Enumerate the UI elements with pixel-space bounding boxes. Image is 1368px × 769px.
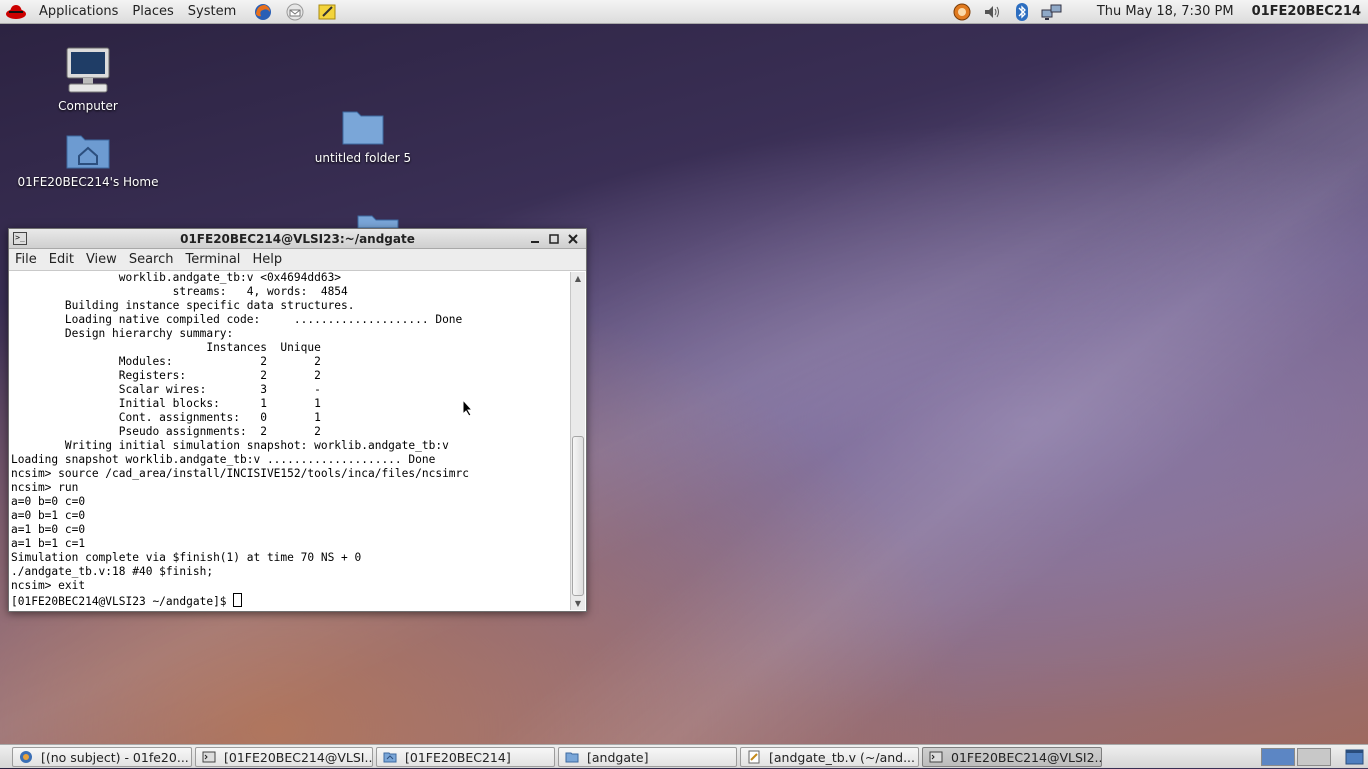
bluetooth-icon[interactable]: [1011, 2, 1033, 22]
update-notifier-icon[interactable]: [951, 2, 973, 22]
menu-system[interactable]: System: [181, 0, 243, 24]
show-desktop-icon[interactable]: [1345, 748, 1364, 766]
terminal-text: worklib.andgate_tb:v <0x4694dd63> stream…: [10, 271, 469, 609]
user-menu[interactable]: 01FE20BEC214: [1252, 4, 1361, 19]
terminal-line: ./andgate_tb.v:18 #40 $finish;: [11, 565, 214, 578]
menu-edit[interactable]: Edit: [43, 252, 80, 267]
shell-prompt: [01FE20BEC214@VLSI23 ~/andgate]$: [11, 595, 234, 608]
desktop-icon-label: untitled folder 5: [314, 151, 412, 165]
terminal-line: Initial blocks: 1 1: [118, 397, 321, 410]
terminal-line: Pseudo assignments: 2 2: [118, 425, 321, 438]
desktop-icon-label: Computer: [58, 99, 118, 113]
desktop-icon-untitled-folder-5[interactable]: untitled folder 5: [303, 108, 423, 165]
computer-icon: [66, 47, 110, 93]
terminal-output[interactable]: worklib.andgate_tb:v <0x4694dd63> stream…: [9, 271, 570, 611]
maximize-button[interactable]: [547, 232, 561, 246]
scroll-down-arrow-icon[interactable]: ▼: [571, 597, 585, 610]
folder-icon: [565, 750, 579, 764]
task-terminal-active[interactable]: 01FE20BEC214@VLSI2...: [922, 747, 1102, 767]
window-title: 01FE20BEC214@VLSI23:~/andgate: [180, 231, 415, 246]
terminal-line: Registers: 2 2: [118, 369, 321, 382]
terminal-line: Design hierarchy summary:: [64, 327, 234, 340]
task-label: [01FE20BEC214]: [405, 749, 511, 765]
home-folder-icon: [383, 750, 397, 764]
task-label: [01FE20BEC214@VLSI...: [224, 749, 373, 765]
terminal-line: streams: 4, words: 4854: [172, 285, 348, 298]
terminal-line: Instances Unique: [206, 341, 321, 354]
menu-terminal[interactable]: Terminal: [179, 252, 246, 267]
system-tray: Thu May 18, 7:30 PM 01FE20BEC214: [947, 0, 1368, 24]
redhat-logo-icon[interactable]: [4, 2, 28, 22]
desktop-icon-home[interactable]: 01FE20BEC214's Home: [8, 130, 168, 189]
terminal-icon: [929, 750, 943, 764]
terminal-line: Building instance specific data structur…: [64, 299, 355, 312]
menu-file[interactable]: File: [9, 252, 43, 267]
folder-icon: [357, 215, 399, 229]
menu-search[interactable]: Search: [123, 252, 180, 267]
mouse-pointer-icon: [462, 399, 474, 417]
terminal-menubar: File Edit View Search Terminal Help: [9, 249, 586, 271]
terminal-line: ncsim> source /cad_area/install/INCISIVE…: [11, 467, 470, 480]
vertical-scrollbar[interactable]: ▲ ▼: [570, 272, 585, 610]
volume-icon[interactable]: [981, 2, 1003, 22]
menu-places[interactable]: Places: [125, 0, 180, 24]
network-icon[interactable]: [1041, 2, 1063, 22]
task-label: [(no subject) - 01fe20...: [41, 749, 189, 765]
terminal-icon: [202, 750, 216, 764]
task-label: 01FE20BEC214@VLSI2...: [951, 749, 1102, 765]
close-icon: [568, 233, 578, 244]
terminal-line: worklib.andgate_tb:v <0x4694dd63>: [118, 271, 342, 284]
text-cursor: [233, 593, 243, 607]
terminal-line: Modules: 2 2: [118, 355, 321, 368]
terminal-line: Simulation complete via $finish(1) at ti…: [11, 551, 362, 564]
task-mail[interactable]: [(no subject) - 01fe20...: [12, 747, 192, 767]
task-home-folder[interactable]: [01FE20BEC214]: [376, 747, 555, 767]
menu-applications[interactable]: Applications: [32, 0, 125, 24]
minimize-button[interactable]: [528, 232, 542, 246]
notes-launcher-icon[interactable]: [315, 2, 339, 22]
scroll-up-arrow-icon[interactable]: ▲: [571, 272, 585, 285]
terminal-line: Scalar wires: 3 -: [118, 383, 321, 396]
mail-launcher-icon[interactable]: [283, 2, 307, 22]
task-terminal-1[interactable]: [01FE20BEC214@VLSI...: [195, 747, 373, 767]
terminal-line: Writing initial simulation snapshot: wor…: [64, 439, 449, 452]
maximize-icon: [549, 233, 559, 244]
text-editor-icon: [747, 750, 761, 764]
thunderbird-icon: [19, 750, 33, 764]
terminal-line: ncsim> run: [11, 481, 79, 494]
menu-view[interactable]: View: [80, 252, 123, 267]
task-text-editor[interactable]: [andgate_tb.v (~/and...: [740, 747, 919, 767]
terminal-line: Cont. assignments: 0 1: [118, 411, 321, 424]
terminal-line: a=0 b=1 c=0: [11, 509, 86, 522]
bottom-panel: [(no subject) - 01fe20... [01FE20BEC214@…: [0, 744, 1368, 768]
terminal-line: Loading native compiled code: ..........…: [64, 313, 463, 326]
task-label: [andgate]: [587, 749, 649, 765]
folder-icon: [342, 111, 384, 145]
close-button[interactable]: [566, 232, 580, 246]
terminal-line: Loading snapshot worklib.andgate_tb:v ..…: [11, 453, 436, 466]
firefox-launcher-icon[interactable]: [251, 2, 275, 22]
terminal-titlebar[interactable]: >_ 01FE20BEC214@VLSI23:~/andgate: [9, 229, 586, 249]
desktop-icon-label: 01FE20BEC214's Home: [17, 175, 159, 189]
desktop-icon-computer[interactable]: Computer: [48, 46, 128, 113]
task-andgate-folder[interactable]: [andgate]: [558, 747, 737, 767]
workspace-1[interactable]: [1261, 748, 1295, 766]
terminal-line: a=1 b=0 c=0: [11, 523, 86, 536]
menu-help[interactable]: Help: [246, 252, 288, 267]
scrollbar-thumb[interactable]: [572, 436, 584, 596]
clock[interactable]: Thu May 18, 7:30 PM: [1097, 4, 1234, 19]
top-panel: Applications Places System Thu May 18, 7…: [0, 0, 1368, 24]
home-folder-icon: [66, 135, 110, 169]
minimize-icon: [531, 240, 539, 243]
terminal-line: a=1 b=1 c=1: [11, 537, 86, 550]
terminal-window: >_ 01FE20BEC214@VLSI23:~/andgate File Ed…: [8, 228, 587, 612]
terminal-line: a=0 b=0 c=0: [11, 495, 86, 508]
task-label: [andgate_tb.v (~/and...: [769, 749, 916, 765]
terminal-line: ncsim> exit: [11, 579, 86, 592]
workspace-2[interactable]: [1297, 748, 1331, 766]
